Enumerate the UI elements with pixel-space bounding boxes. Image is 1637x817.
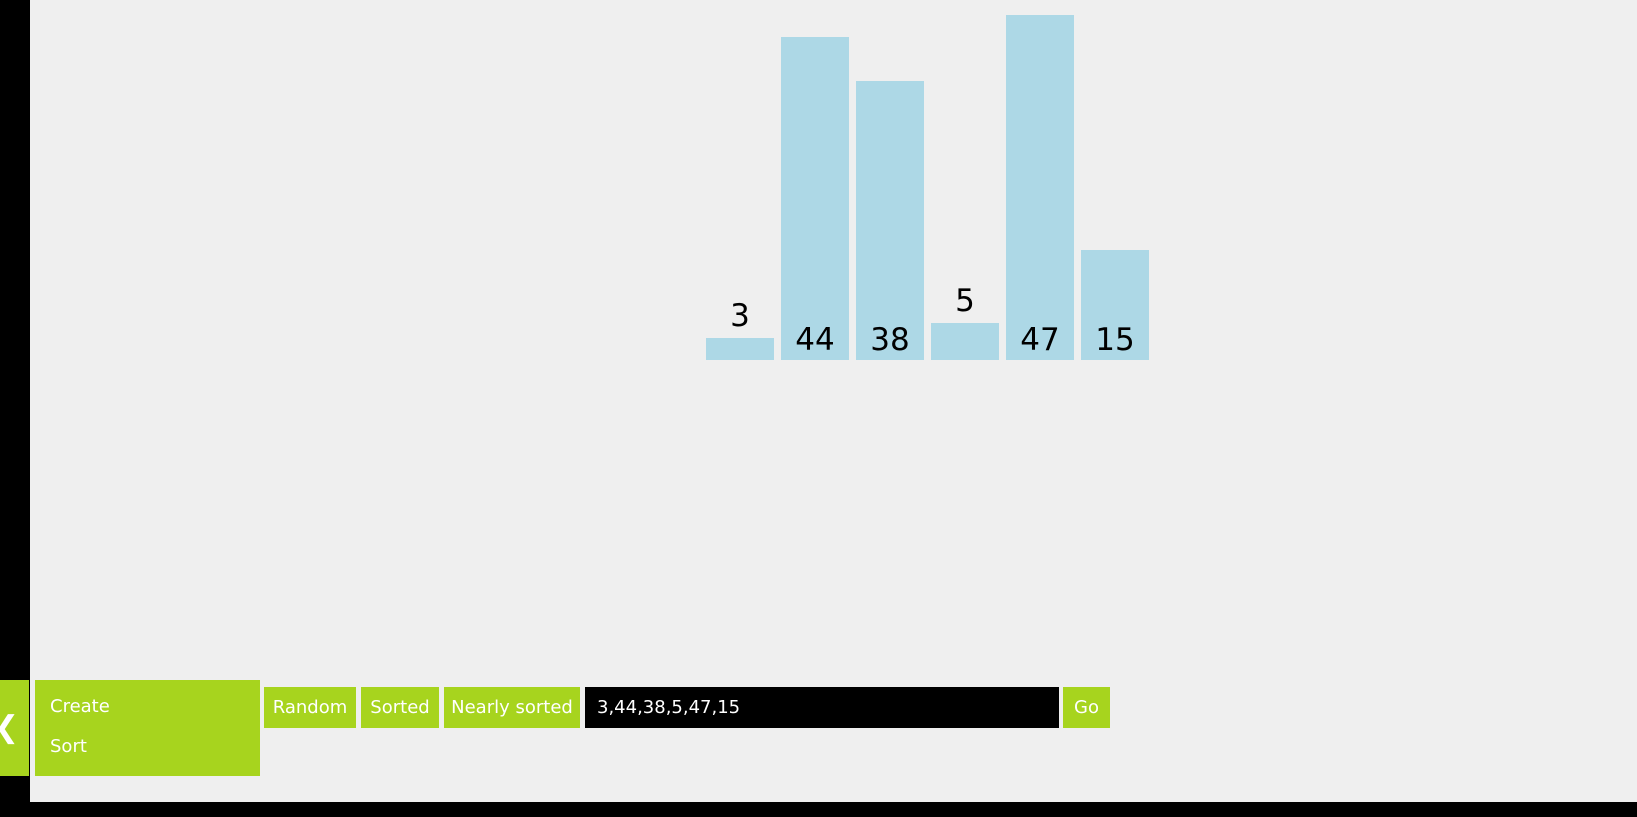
canvas: 3 44 38 5 47 15 bbox=[30, 0, 1637, 802]
bar-value-label: 38 bbox=[870, 322, 910, 358]
bar bbox=[706, 338, 774, 360]
bar bbox=[931, 323, 999, 360]
chevron-left-icon: ❮ bbox=[0, 710, 19, 746]
bar bbox=[856, 81, 924, 360]
random-button[interactable]: Random bbox=[264, 687, 356, 728]
bar-value-label: 44 bbox=[795, 322, 835, 358]
sorted-button[interactable]: Sorted bbox=[361, 687, 439, 728]
bar bbox=[1006, 15, 1074, 360]
bar-visualization: 3 44 38 5 47 15 bbox=[30, 0, 1637, 380]
nearly-sorted-button[interactable]: Nearly sorted bbox=[444, 687, 580, 728]
action-menu: Create Sort bbox=[35, 680, 260, 776]
array-input[interactable] bbox=[585, 687, 1059, 728]
go-button[interactable]: Go bbox=[1063, 687, 1110, 728]
menu-item-create[interactable]: Create bbox=[50, 696, 110, 717]
bar-value-label: 47 bbox=[1020, 322, 1060, 358]
bar-value-label: 3 bbox=[730, 298, 750, 334]
collapse-tab[interactable]: ❮ bbox=[0, 680, 29, 776]
bar-value-label: 5 bbox=[955, 283, 975, 319]
bar bbox=[781, 37, 849, 360]
menu-item-sort[interactable]: Sort bbox=[50, 736, 87, 757]
bar-value-label: 15 bbox=[1095, 322, 1135, 358]
app-frame: 3 44 38 5 47 15 ❮ Create Sort Random Sorted N… bbox=[0, 0, 1637, 817]
